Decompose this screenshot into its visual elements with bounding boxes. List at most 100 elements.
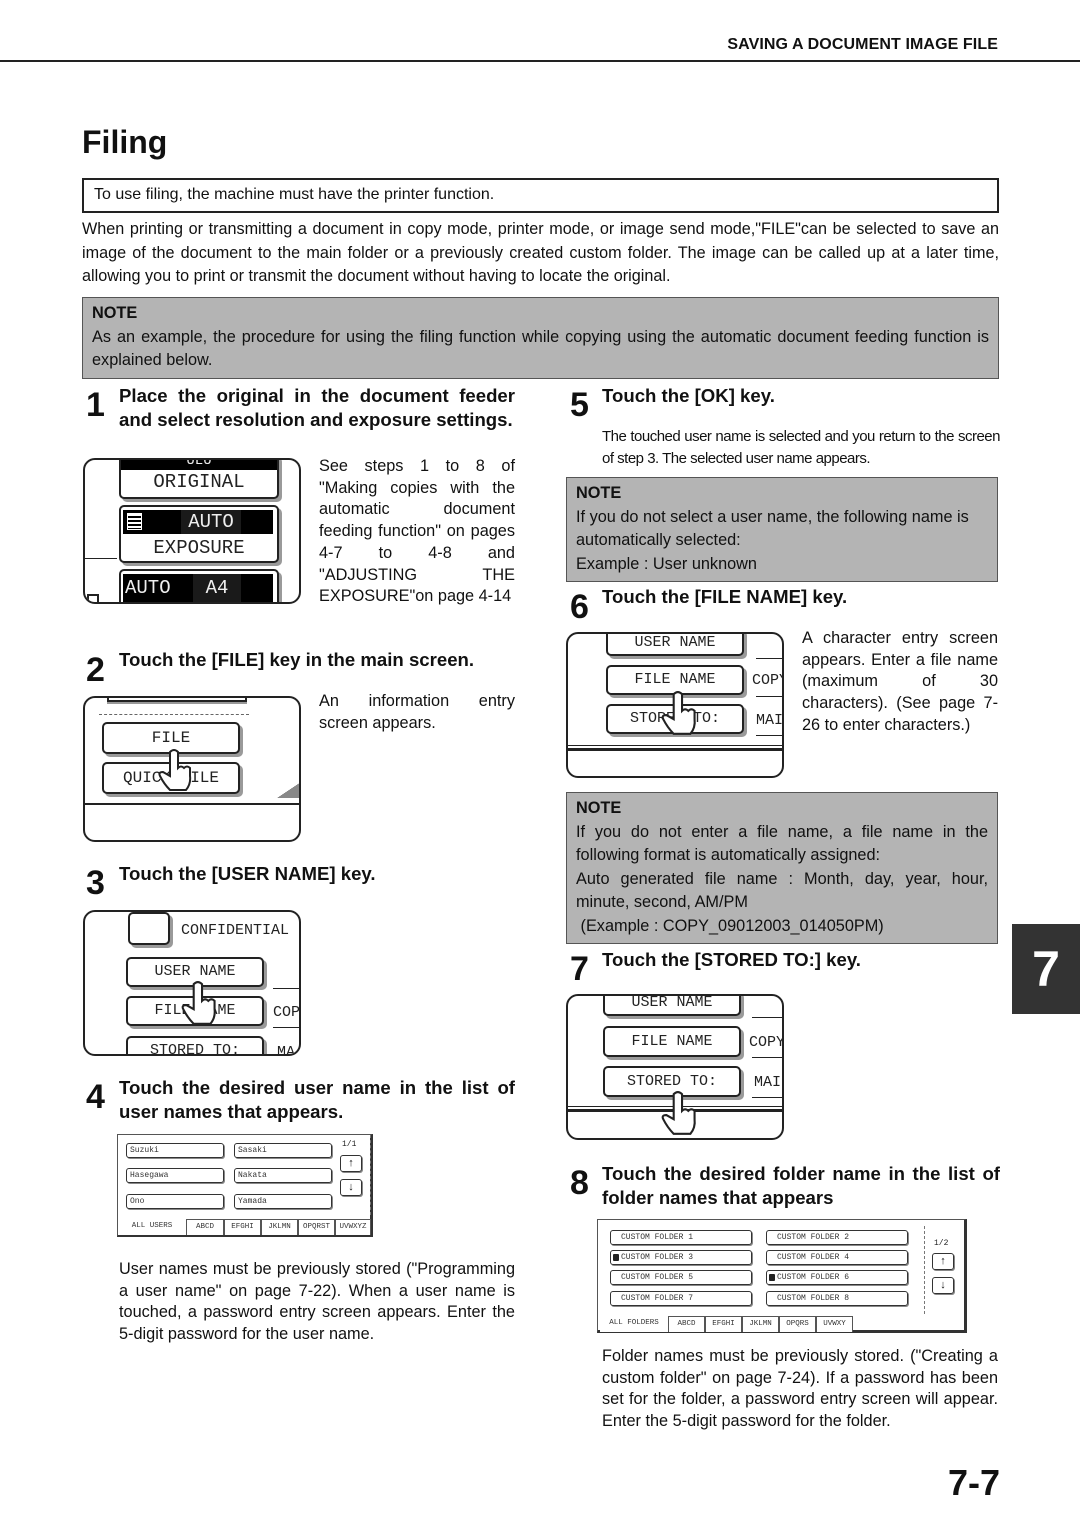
- pointing-hand-icon: [661, 691, 696, 735]
- file-name-value: COPY: [752, 672, 782, 689]
- original-key[interactable]: ULU ORIGINAL: [119, 458, 279, 499]
- tab-jklmn[interactable]: JKLMN: [742, 1316, 779, 1332]
- user-name-line: [752, 1017, 782, 1018]
- intro-paragraph: When printing or transmitting a document…: [82, 220, 999, 285]
- note-line: Auto generated file name : Month, day, y…: [576, 869, 988, 912]
- stored-to-line: [752, 1097, 782, 1098]
- pointing-hand-icon: [661, 1091, 696, 1135]
- tab-abcd[interactable]: ABCD: [668, 1316, 705, 1332]
- user-name-line: [756, 658, 782, 659]
- folder-item[interactable]: CUSTOM FOLDER 3: [610, 1250, 752, 1265]
- paper-size: A4: [193, 574, 241, 602]
- down-arrow-icon: ↓: [348, 1181, 354, 1193]
- folder-name: CUSTOM FOLDER 6: [777, 1273, 850, 1282]
- panel-divider: [85, 803, 299, 805]
- user-item[interactable]: Nakata: [234, 1168, 332, 1183]
- tab-jklmn[interactable]: JKLMN: [261, 1219, 298, 1235]
- running-header: SAVING A DOCUMENT IMAGE FILE: [727, 36, 998, 53]
- tab-uvwxy[interactable]: UVWXY: [816, 1316, 853, 1332]
- tab-all-folders[interactable]: ALL FOLDERS: [600, 1316, 668, 1332]
- step-1-number: 1: [86, 386, 105, 424]
- paper-bar: AUTO A4: [123, 574, 273, 602]
- tab-opqrst[interactable]: OPQRST: [298, 1219, 335, 1235]
- file-name-key[interactable]: FILE NAME: [603, 1026, 741, 1057]
- step-2-title: Touch the [FILE] key in the main screen.: [119, 649, 475, 670]
- step-4-body: User names must be previously stored ("P…: [119, 1260, 515, 1344]
- note-text: As an example, the procedure for using t…: [92, 327, 989, 370]
- tab-abcd[interactable]: ABCD: [186, 1219, 224, 1235]
- screen-main-file: FILE QUICK FILE: [83, 696, 301, 842]
- exposure-label: EXPOSURE: [153, 537, 245, 559]
- tray-icon: [87, 594, 99, 602]
- scroll-up-button[interactable]: ↑: [932, 1253, 954, 1270]
- step-3-title: Touch the [USER NAME] key.: [119, 863, 376, 884]
- screen-stored-to: USER NAME FILE NAME COPY STORED TO: MAI: [566, 994, 784, 1140]
- folder-item[interactable]: CUSTOM FOLDER 6: [766, 1270, 908, 1285]
- paper-key[interactable]: AUTO A4: [119, 569, 279, 602]
- tab-uvwxyz[interactable]: UVWXYZ: [335, 1219, 371, 1235]
- page-indicator: 1/2: [934, 1239, 949, 1248]
- scroll-down-button[interactable]: ↓: [932, 1277, 954, 1294]
- exposure-key[interactable]: AUTO EXPOSURE: [119, 505, 279, 563]
- confidential-label: CONFIDENTIAL: [181, 922, 290, 939]
- confidential-checkbox[interactable]: [128, 912, 170, 945]
- step-6-title: Touch the [FILE NAME] key.: [602, 586, 848, 607]
- stored-to-key[interactable]: STORED TO:: [126, 1036, 264, 1054]
- folder-item[interactable]: CUSTOM FOLDER 5: [610, 1270, 752, 1285]
- file-name-value: COPY: [749, 1034, 784, 1051]
- user-name-key[interactable]: USER NAME: [606, 634, 744, 656]
- folder-item[interactable]: CUSTOM FOLDER 8: [766, 1291, 908, 1306]
- folder-item[interactable]: CUSTOM FOLDER 4: [766, 1250, 908, 1265]
- exposure-value-bar: AUTO: [123, 510, 273, 534]
- note-heading: NOTE: [576, 484, 622, 502]
- user-item[interactable]: Hasegawa: [126, 1168, 224, 1183]
- stored-to-value: MA: [277, 1044, 296, 1056]
- user-item[interactable]: Suzuki: [126, 1143, 224, 1158]
- folder-item[interactable]: CUSTOM FOLDER 1: [610, 1230, 752, 1245]
- top-key-edge: [107, 698, 247, 702]
- up-arrow-icon: ↑: [940, 1255, 946, 1267]
- folder-item[interactable]: CUSTOM FOLDER 7: [610, 1291, 752, 1306]
- step-5-title: Touch the [OK] key.: [602, 385, 775, 406]
- up-arrow-icon: ↑: [348, 1157, 354, 1169]
- note-box-intro: NOTE As an example, the procedure for us…: [82, 297, 999, 379]
- pointing-hand-icon: [181, 981, 216, 1025]
- scroll-up-button[interactable]: ↑: [340, 1155, 362, 1172]
- panel-divider: [568, 745, 782, 751]
- original-value: ULU: [186, 458, 212, 469]
- note-box-user-name: NOTE If you do not select a user name, t…: [566, 477, 998, 582]
- step-6-body: A character entry screen appears. Enter …: [802, 629, 998, 734]
- file-name-line: [273, 1027, 299, 1028]
- tab-all-users[interactable]: ALL USERS: [118, 1219, 186, 1235]
- requirement-text: To use filing, the machine must have the…: [94, 186, 495, 203]
- pointing-hand-icon: [158, 749, 192, 791]
- screen-user-name: CONFIDENTIAL USER NAME FILE NAME COP STO…: [83, 910, 301, 1056]
- user-item[interactable]: Sasaki: [234, 1143, 332, 1158]
- note-line: Example : User unknown: [576, 554, 757, 573]
- step-2-number: 2: [86, 651, 105, 689]
- note-box-file-name: NOTE If you do not enter a file name, a …: [566, 792, 998, 944]
- original-value-bar: ULU: [121, 458, 277, 470]
- chapter-tab: 7: [1012, 924, 1080, 1014]
- step-3-number: 3: [86, 864, 105, 902]
- folder-name: CUSTOM FOLDER 3: [621, 1253, 694, 1262]
- note-heading: NOTE: [92, 304, 138, 322]
- note-line: If you do not enter a file name, a file …: [576, 822, 988, 865]
- user-name-key[interactable]: USER NAME: [603, 996, 741, 1016]
- stored-to-value: MAI: [754, 1074, 782, 1091]
- folder-item[interactable]: CUSTOM FOLDER 2: [766, 1230, 908, 1245]
- folder-list-screen: CUSTOM FOLDER 1 CUSTOM FOLDER 2 CUSTOM F…: [597, 1219, 967, 1333]
- divider-line: [85, 558, 117, 559]
- screen-original-exposure: ULU ORIGINAL AUTO EXPOSURE AUTO A4: [83, 458, 301, 604]
- lock-icon: [613, 1254, 619, 1261]
- tab-efghi[interactable]: EFGHI: [705, 1316, 742, 1332]
- tab-efghi[interactable]: EFGHI: [224, 1219, 261, 1235]
- user-item[interactable]: Yamada: [234, 1194, 332, 1209]
- step-4-title: Touch the desired user name in the list …: [119, 1077, 515, 1122]
- page-title: Filing: [82, 124, 168, 160]
- page-indicator: 1/1: [342, 1140, 357, 1149]
- tab-opqrs[interactable]: OPQRS: [779, 1316, 816, 1332]
- scroll-down-button[interactable]: ↓: [340, 1179, 362, 1196]
- user-item[interactable]: Ono: [126, 1194, 224, 1209]
- scroll-divider: [370, 1135, 371, 1215]
